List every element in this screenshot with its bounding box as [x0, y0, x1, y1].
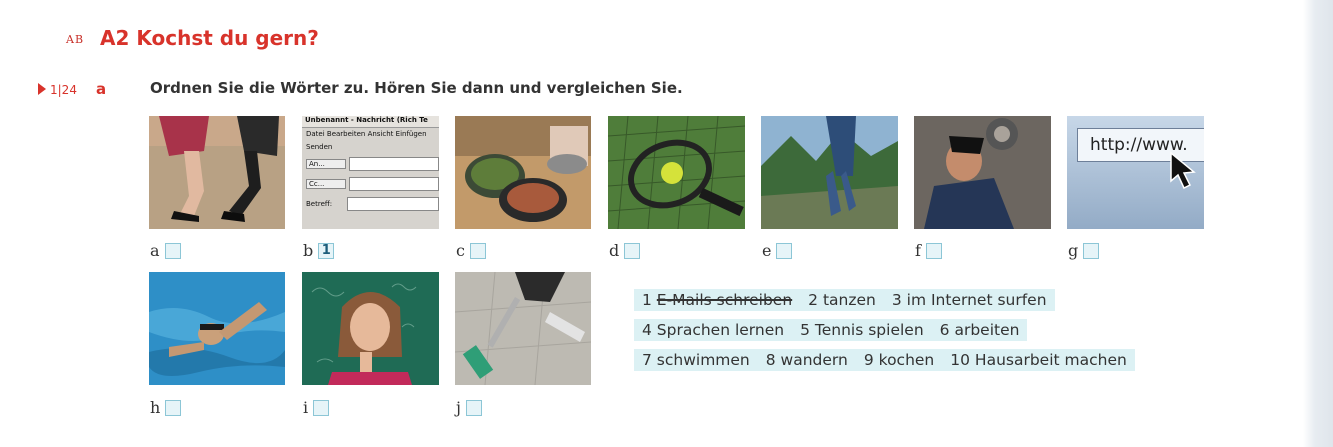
workbook-tag: AB	[66, 33, 85, 46]
answer-box-j[interactable]	[465, 399, 482, 416]
word-item-crossed: E-Mails schreiben	[656, 291, 793, 309]
email-to-button: An...	[306, 159, 346, 169]
answer-box-e[interactable]	[776, 242, 793, 259]
word-item: 8 wandern	[757, 349, 856, 371]
caption-g: g	[1068, 241, 1100, 260]
photo-internet: http://www.	[1067, 116, 1204, 229]
word-item: 9 kochen	[855, 349, 943, 371]
answer-box-f[interactable]	[925, 242, 942, 259]
email-subject-label: Betreff:	[306, 200, 333, 208]
answer-box-b[interactable]: 1	[318, 242, 335, 259]
word-bank-row-1: 1 E-Mails schreiben 2 tanzen 3 im Intern…	[634, 285, 1135, 315]
email-to-field	[349, 157, 439, 171]
caption-b: b1	[303, 241, 335, 260]
email-window-title: Unbenannt - Nachricht (Rich Te	[302, 116, 439, 128]
word-item: 3 im Internet surfen	[883, 289, 1055, 311]
answer-box-a[interactable]	[164, 242, 181, 259]
exercise-instruction: Ordnen Sie die Wörter zu. Hören Sie dann…	[150, 79, 683, 97]
caption-j: j	[456, 398, 482, 417]
caption-h: h	[150, 398, 182, 417]
answer-box-d[interactable]	[624, 242, 641, 259]
audio-track[interactable]: 1|24	[38, 83, 77, 97]
caption-c: c	[456, 241, 486, 260]
email-cc-button: Cc...	[306, 179, 346, 189]
word-item: 2 tanzen	[800, 289, 884, 311]
answer-box-g[interactable]	[1083, 242, 1100, 259]
page-edge	[1303, 0, 1333, 447]
photo-studying	[302, 272, 439, 385]
photo-working	[914, 116, 1051, 229]
photo-cooking	[455, 116, 591, 229]
word-bank: 1 E-Mails schreiben 2 tanzen 3 im Intern…	[634, 285, 1135, 375]
caption-a: a	[150, 241, 181, 260]
answer-box-i[interactable]	[313, 399, 330, 416]
exercise-letter: a	[96, 80, 107, 98]
email-menu: Datei Bearbeiten Ansicht Einfügen	[306, 130, 427, 138]
word-bank-row-2: 4 Sprachen lernen 5 Tennis spielen 6 arb…	[634, 315, 1135, 345]
answer-box-h[interactable]	[165, 399, 182, 416]
email-subject-field	[347, 197, 439, 211]
photo-hiking	[761, 116, 898, 229]
word-item: 4 Sprachen lernen	[634, 319, 793, 341]
photo-housework	[455, 272, 591, 385]
caption-i: i	[303, 398, 330, 417]
word-item: 5 Tennis spielen	[792, 319, 932, 341]
photo-dancing	[149, 116, 285, 229]
word-item: 10 Hausarbeit machen	[942, 349, 1135, 371]
photo-email-window: Unbenannt - Nachricht (Rich Te Datei Bea…	[302, 116, 439, 229]
section-title: A2 Kochst du gern?	[100, 26, 319, 50]
word-item: 1 E-Mails schreiben	[634, 289, 801, 311]
photo-swimming	[149, 272, 285, 385]
email-cc-field	[349, 177, 439, 191]
photo-tennis	[608, 116, 745, 229]
cursor-icon	[1170, 151, 1196, 190]
email-send: Senden	[306, 143, 333, 151]
caption-d: d	[609, 241, 641, 260]
word-bank-row-3: 7 schwimmen 8 wandern 9 kochen 10 Hausar…	[634, 345, 1135, 375]
play-icon	[38, 83, 46, 95]
word-item: 7 schwimmen	[634, 349, 758, 371]
track-number: 1|24	[50, 83, 77, 97]
answer-box-c[interactable]	[469, 242, 486, 259]
word-item: 6 arbeiten	[931, 319, 1028, 341]
caption-f: f	[915, 241, 942, 260]
caption-e: e	[762, 241, 793, 260]
